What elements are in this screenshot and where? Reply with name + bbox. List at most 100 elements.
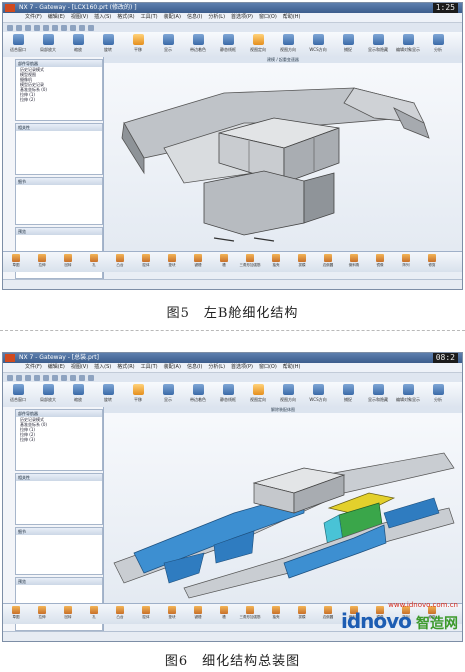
graphics-viewport[interactable]: 建模 / 起重变速器 — [104, 57, 462, 251]
tool-sketch[interactable]: 草图 — [3, 604, 29, 624]
menu-edit[interactable]: 编辑(E) — [48, 13, 65, 22]
ribbon-zoom[interactable]: 缩放 — [63, 382, 93, 408]
menu-help[interactable]: 帮助(H) — [283, 13, 301, 22]
tool-hole[interactable]: 孔 — [81, 604, 107, 624]
tool-revolve[interactable]: 回转 — [55, 604, 81, 624]
tool-boss[interactable]: 凸台 — [107, 252, 133, 272]
menu-insert[interactable]: 插入(S) — [94, 363, 111, 372]
menu-view[interactable]: 视图(V) — [71, 363, 88, 372]
menu-insert[interactable]: 插入(S) — [94, 13, 111, 22]
ribbon-display[interactable]: 显示 — [153, 382, 183, 408]
ribbon-show-hide[interactable]: 显示和隐藏 — [363, 32, 393, 58]
ribbon-edit-display[interactable]: 编辑对象显示 — [393, 32, 423, 58]
cut-icon[interactable] — [43, 24, 49, 31]
tree-node[interactable]: 拉伸 (3) — [16, 437, 102, 442]
new-icon[interactable] — [16, 24, 22, 31]
tool-draft[interactable]: 拔模 — [289, 252, 315, 272]
tool-groove[interactable]: 槽 — [211, 252, 237, 272]
delete-icon[interactable] — [70, 374, 76, 381]
ribbon-rotate[interactable]: 旋转 — [93, 32, 123, 58]
tool-boss[interactable]: 凸台 — [107, 604, 133, 624]
ribbon-snap[interactable]: 捕捉 — [333, 382, 363, 408]
menu-format[interactable]: 格式(R) — [117, 13, 134, 22]
menu-analysis[interactable]: 分析(L) — [208, 363, 225, 372]
menu-file[interactable]: 文件(F) — [25, 363, 42, 372]
menu-format[interactable]: 格式(R) — [117, 363, 134, 372]
tool-draft[interactable]: 拔模 — [289, 604, 315, 624]
ribbon-wcs[interactable]: WCS方向 — [303, 382, 333, 408]
menu-window[interactable]: 窗口(O) — [259, 363, 277, 372]
tool-pocket[interactable]: 腔体 — [133, 604, 159, 624]
tool-groove[interactable]: 槽 — [211, 604, 237, 624]
paste-icon[interactable] — [61, 374, 67, 381]
menu-help[interactable]: 帮助(H) — [283, 363, 301, 372]
delete-icon[interactable] — [70, 24, 76, 31]
ribbon-snap[interactable]: 捕捉 — [333, 32, 363, 58]
tool-rib[interactable]: 三角形加强筋 — [237, 604, 263, 624]
tool-slot[interactable]: 键槽 — [185, 604, 211, 624]
ribbon-orient[interactable]: 视图定向 — [243, 382, 273, 408]
tool-mirror[interactable]: 镜像 — [367, 252, 393, 272]
ribbon-edit-display[interactable]: 编辑对象显示 — [393, 382, 423, 408]
menu-tools[interactable]: 工具(T) — [141, 363, 158, 372]
ribbon-orient[interactable]: 视图定向 — [243, 32, 273, 58]
redo-icon[interactable] — [88, 374, 94, 381]
tool-shell[interactable]: 抽壳 — [263, 604, 289, 624]
start-icon[interactable] — [7, 24, 13, 31]
menu-tools[interactable]: 工具(T) — [141, 13, 158, 22]
menu-edit[interactable]: 编辑(E) — [48, 363, 65, 372]
ribbon-zoom-region[interactable]: 局部放大 — [33, 382, 63, 408]
ribbon-view-dir[interactable]: 视图方向 — [273, 32, 303, 58]
ribbon-rotate[interactable]: 旋转 — [93, 382, 123, 408]
menu-preferences[interactable]: 首选项(P) — [231, 13, 253, 22]
undo-icon[interactable] — [79, 24, 85, 31]
ribbon-analysis[interactable]: 分析 — [423, 382, 453, 408]
tree-node[interactable]: 拉伸 (2) — [16, 97, 102, 102]
ribbon-fit[interactable]: 适合窗口 — [3, 382, 33, 408]
ribbon-shaded[interactable]: 带边着色 — [183, 382, 213, 408]
undo-icon[interactable] — [79, 374, 85, 381]
tool-revolve[interactable]: 回转 — [55, 252, 81, 272]
menu-preferences[interactable]: 首选项(P) — [231, 363, 253, 372]
save-icon[interactable] — [34, 374, 40, 381]
tool-sketch[interactable]: 草图 — [3, 252, 29, 272]
copy-icon[interactable] — [52, 24, 58, 31]
ribbon-analysis[interactable]: 分析 — [423, 32, 453, 58]
ribbon-pan[interactable]: 平移 — [123, 32, 153, 58]
tool-trim[interactable]: 修剪 — [419, 252, 445, 272]
menu-analysis[interactable]: 分析(L) — [208, 13, 225, 22]
tool-pad[interactable]: 垫块 — [159, 604, 185, 624]
ribbon-view-dir[interactable]: 视图方向 — [273, 382, 303, 408]
menu-info[interactable]: 信息(I) — [187, 13, 202, 22]
start-icon[interactable] — [7, 374, 13, 381]
tool-extrude[interactable]: 拉伸 — [29, 604, 55, 624]
tool-rib[interactable]: 三角形加强筋 — [237, 252, 263, 272]
menu-view[interactable]: 视图(V) — [71, 13, 88, 22]
ribbon-wireframe[interactable]: 静态线框 — [213, 382, 243, 408]
tool-blend[interactable]: 边倒圆 — [315, 252, 341, 272]
new-icon[interactable] — [16, 374, 22, 381]
menu-info[interactable]: 信息(I) — [187, 363, 202, 372]
ribbon-wireframe[interactable]: 静态线框 — [213, 32, 243, 58]
ribbon-display[interactable]: 显示 — [153, 32, 183, 58]
ribbon-shaded[interactable]: 带边着色 — [183, 32, 213, 58]
save-icon[interactable] — [34, 24, 40, 31]
open-icon[interactable] — [25, 24, 31, 31]
tool-blend[interactable]: 边倒圆 — [315, 604, 341, 624]
tool-extrude[interactable]: 拉伸 — [29, 252, 55, 272]
redo-icon[interactable] — [88, 24, 94, 31]
ribbon-wcs[interactable]: WCS方向 — [303, 32, 333, 58]
copy-icon[interactable] — [52, 374, 58, 381]
paste-icon[interactable] — [61, 24, 67, 31]
open-icon[interactable] — [25, 374, 31, 381]
tool-pattern[interactable]: 阵列 — [393, 252, 419, 272]
tool-pad[interactable]: 垫块 — [159, 252, 185, 272]
ribbon-fit[interactable]: 适合窗口 — [3, 32, 33, 58]
menu-assembly[interactable]: 装配(A) — [164, 13, 181, 22]
tool-slot[interactable]: 键槽 — [185, 252, 211, 272]
ribbon-zoom[interactable]: 缩放 — [63, 32, 93, 58]
tool-hole[interactable]: 孔 — [81, 252, 107, 272]
ribbon-pan[interactable]: 平移 — [123, 382, 153, 408]
menu-file[interactable]: 文件(F) — [25, 13, 42, 22]
tool-chamfer[interactable]: 倒斜角 — [341, 252, 367, 272]
